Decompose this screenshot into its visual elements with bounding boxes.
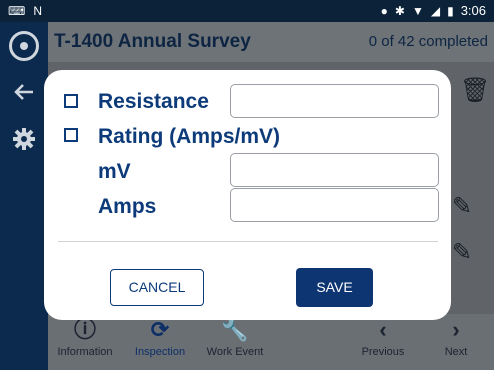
side-rail bbox=[0, 22, 48, 370]
amps-input[interactable] bbox=[230, 188, 439, 222]
nav-work-event[interactable]: 🔧 Work Event bbox=[195, 314, 275, 370]
edit-pencil-icon[interactable]: ✎ bbox=[452, 192, 472, 221]
nav-work-event-label: Work Event bbox=[206, 346, 264, 358]
keyboard-icon: ⌨ bbox=[8, 4, 26, 18]
status-bar: ⌨ N ● ✱ ▼ ◢ ▮ 3:06 bbox=[0, 0, 494, 22]
bottom-navigation: ⓘ Information ⟳ Inspection 🔧 Work Event … bbox=[48, 314, 494, 370]
top-header: T-1400 Annual Survey 0 of 42 completed bbox=[48, 22, 494, 62]
clock-time: 3:06 bbox=[460, 3, 486, 18]
resistance-input[interactable] bbox=[230, 84, 439, 118]
back-arrow-icon[interactable] bbox=[8, 76, 40, 108]
amps-label: Amps bbox=[98, 195, 157, 218]
n-icon: N bbox=[33, 4, 42, 18]
completion-status: 0 of 42 completed bbox=[368, 33, 488, 50]
dialog-divider bbox=[58, 241, 438, 242]
battery-icon: ▮ bbox=[447, 4, 454, 18]
nav-previous[interactable]: ‹ Previous bbox=[343, 314, 423, 370]
rating-label: Rating (Amps/mV) bbox=[98, 125, 281, 148]
nav-inspection-label: Inspection bbox=[134, 346, 186, 358]
bluetooth-icon: ✱ bbox=[394, 4, 405, 18]
mv-input[interactable] bbox=[230, 153, 439, 187]
mv-label: mV bbox=[98, 160, 131, 183]
edit-pencil-icon-2[interactable]: ✎ bbox=[452, 238, 472, 267]
trash-icon[interactable]: 🗑 bbox=[460, 76, 490, 105]
resistance-label: Resistance bbox=[98, 90, 209, 113]
cancel-button[interactable]: CANCEL bbox=[110, 269, 204, 306]
nav-information-label: Information bbox=[57, 346, 113, 358]
settings-gear-icon[interactable] bbox=[8, 123, 40, 155]
nav-previous-label: Previous bbox=[361, 346, 405, 358]
nav-next-label: Next bbox=[444, 346, 468, 358]
app-logo-icon[interactable] bbox=[8, 30, 40, 62]
location-icon: ● bbox=[380, 4, 388, 18]
measurement-dialog: Resistance Rating (Amps/mV) mV Amps CANC… bbox=[44, 70, 451, 320]
save-button[interactable]: SAVE bbox=[296, 268, 373, 307]
page-title: T-1400 Annual Survey bbox=[54, 31, 251, 52]
wifi-icon: ▼ bbox=[411, 4, 424, 18]
signal-icon: ◢ bbox=[430, 4, 441, 18]
nav-inspection[interactable]: ⟳ Inspection bbox=[120, 314, 200, 370]
resistance-checkbox[interactable] bbox=[64, 94, 78, 108]
nav-next[interactable]: › Next bbox=[416, 314, 494, 370]
nav-information[interactable]: ⓘ Information bbox=[45, 314, 125, 370]
rating-checkbox[interactable] bbox=[64, 128, 78, 142]
